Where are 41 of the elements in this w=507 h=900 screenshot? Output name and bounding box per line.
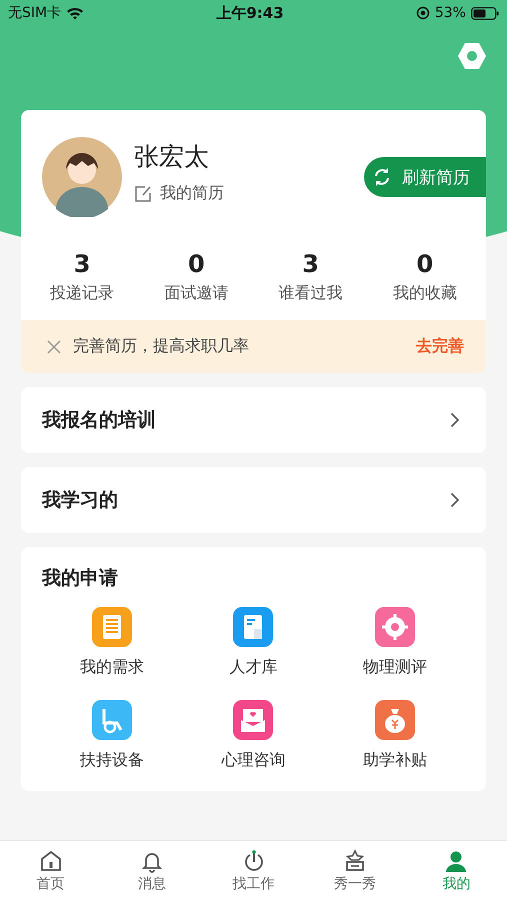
wifi-icon: [66, 6, 84, 20]
application-item[interactable]: 助学补贴: [324, 700, 466, 771]
carrier-text: 无SIM卡: [8, 4, 62, 22]
user-name: 张宏太: [134, 141, 210, 173]
clock-time: 上午9:43: [216, 4, 284, 22]
tab-item[interactable]: 消息: [101, 841, 203, 900]
resume-link[interactable]: 我的简历: [134, 183, 364, 204]
edit-icon: [134, 184, 152, 202]
notice-text: 完善简历，提高求职几率: [73, 336, 250, 357]
stat-label[interactable]: 面试邀请: [164, 283, 228, 304]
application-item[interactable]: 人才库: [182, 607, 324, 678]
close-icon[interactable]: [47, 340, 61, 354]
stat-label[interactable]: 谁看过我: [278, 283, 343, 304]
stat-count: 3: [302, 251, 319, 277]
menu-row[interactable]: 我报名的培训: [21, 387, 486, 453]
application-item[interactable]: 扶持设备: [41, 700, 183, 771]
tab-item[interactable]: 秀一秀: [304, 841, 406, 900]
stat-count: 3: [74, 251, 90, 277]
chevron-right-icon: [450, 492, 460, 508]
chevron-right-icon: [450, 412, 460, 428]
battery-percent: 53%: [434, 5, 466, 21]
battery-icon: [470, 6, 499, 20]
stat-label[interactable]: 投递记录: [50, 283, 114, 304]
stat-count: 0: [188, 251, 205, 277]
stat-label[interactable]: 我的收藏: [392, 283, 457, 304]
settings-icon[interactable]: [457, 42, 487, 70]
tab-item[interactable]: 我的: [406, 841, 507, 900]
person-icon: [444, 848, 468, 872]
refresh-resume-button[interactable]: 刷新简历: [364, 157, 486, 197]
tab-item[interactable]: 首页: [0, 841, 102, 900]
tab-item[interactable]: 找工作: [202, 841, 304, 900]
stat-count: 0: [416, 251, 434, 277]
rotation-lock-icon: [416, 6, 430, 20]
application-item[interactable]: 物理测评: [324, 607, 466, 678]
application-item[interactable]: 心理咨询: [182, 700, 324, 771]
application-item[interactable]: 我的需求: [41, 607, 183, 678]
refresh-icon: [372, 167, 392, 187]
section-title: 我的申请: [40, 566, 119, 591]
home-icon: [38, 848, 63, 872]
avatar-icon: [42, 137, 122, 217]
menu-row[interactable]: 我学习的: [21, 467, 486, 533]
